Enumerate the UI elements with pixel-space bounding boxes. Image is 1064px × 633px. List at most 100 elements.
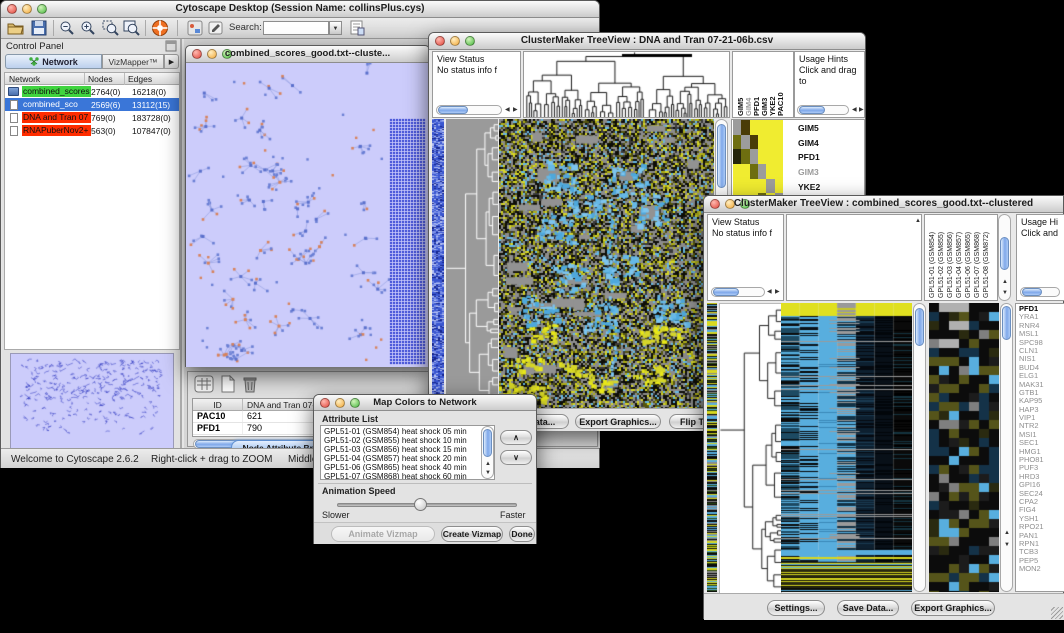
- gene-list-item[interactable]: RPO21: [1019, 523, 1064, 531]
- scroll-left-icon[interactable]: ◀: [505, 107, 510, 114]
- column-dendrogram-canvas[interactable]: [524, 52, 729, 117]
- scroll-thumb[interactable]: [799, 106, 825, 114]
- scroll-thumb[interactable]: [915, 308, 924, 346]
- done-button[interactable]: Done: [509, 526, 535, 542]
- save-data-button[interactable]: Save Data...: [837, 600, 899, 616]
- gene-list-item[interactable]: PUF3: [1019, 464, 1064, 472]
- network-view-titlebar[interactable]: combined_scores_good.txt--cluste...: [186, 46, 429, 63]
- scroll-left-icon[interactable]: ◀: [767, 289, 772, 296]
- gene-list-item[interactable]: SPC98: [1019, 339, 1064, 347]
- animation-speed-slider[interactable]: [337, 503, 517, 507]
- global-overview-strip[interactable]: [432, 119, 444, 408]
- delete-attribute-icon[interactable]: [242, 375, 258, 393]
- attribute-item[interactable]: GPL51-01 (GSM854) heat shock 05 min: [321, 427, 494, 436]
- search-input[interactable]: [263, 21, 329, 35]
- gene-list-item[interactable]: HRD3: [1019, 473, 1064, 481]
- view-status-hscrollbar[interactable]: [436, 105, 502, 115]
- search-config-icon[interactable]: [349, 20, 365, 36]
- settings-button[interactable]: Settings...: [767, 600, 825, 616]
- column-labels-vscrollbar[interactable]: ▲ ▼: [998, 214, 1011, 301]
- view-status-hscrollbar[interactable]: [711, 287, 765, 297]
- row-dendrogram-canvas[interactable]: [719, 303, 782, 594]
- zoom-fit-icon[interactable]: [123, 20, 140, 36]
- scroll-thumb[interactable]: [483, 429, 492, 457]
- gene-list-item[interactable]: MON2: [1019, 565, 1064, 573]
- col-edges[interactable]: Edges: [125, 73, 179, 85]
- scroll-thumb[interactable]: [1022, 288, 1042, 296]
- gene-list-item[interactable]: YSH1: [1019, 515, 1064, 523]
- network-list-row[interactable]: combined_sco2569(6)13112(15): [5, 98, 179, 111]
- gene-list-item[interactable]: MAK31: [1019, 381, 1064, 389]
- gene-list-item[interactable]: PHO81: [1019, 456, 1064, 464]
- scroll-up-icon[interactable]: ▲: [1002, 279, 1008, 286]
- global-overview-strip[interactable]: [707, 303, 717, 592]
- gene-list-item[interactable]: BUD4: [1019, 364, 1064, 372]
- gene-list-item[interactable]: VIP1: [1019, 414, 1064, 422]
- scroll-right-icon[interactable]: ▶: [775, 289, 780, 296]
- usage-hints-hscrollbar[interactable]: [797, 105, 849, 115]
- gene-list-item[interactable]: GTB1: [1019, 389, 1064, 397]
- gene-list-item[interactable]: HAP3: [1019, 406, 1064, 414]
- network-list-row[interactable]: RNAPuberNov2+563(0)107847(0): [5, 124, 179, 137]
- treeview-dna-titlebar[interactable]: ClusterMaker TreeView : DNA and Tran 07-…: [429, 33, 865, 50]
- scroll-left-icon[interactable]: ◀: [852, 107, 857, 114]
- scroll-thumb[interactable]: [713, 288, 739, 296]
- network-graph-canvas[interactable]: [186, 63, 429, 367]
- search-dropdown-button[interactable]: ▼: [329, 21, 342, 35]
- zoom-in-icon[interactable]: [80, 20, 96, 36]
- scroll-down-icon[interactable]: ▼: [1004, 542, 1010, 549]
- new-attribute-icon[interactable]: [220, 375, 236, 393]
- gene-list-item[interactable]: HMG1: [1019, 448, 1064, 456]
- zoom-out-icon[interactable]: [59, 20, 75, 36]
- heatmap-canvas[interactable]: [499, 119, 714, 408]
- open-session-icon[interactable]: [7, 20, 24, 36]
- export-graphics-button[interactable]: Export Graphics...: [911, 600, 995, 616]
- gene-list-item[interactable]: YRA1: [1019, 313, 1064, 321]
- gene-list-item[interactable]: PEP5: [1019, 557, 1064, 565]
- gene-list-item[interactable]: PAN1: [1019, 532, 1064, 540]
- scroll-up-icon[interactable]: ▲: [915, 218, 921, 225]
- export-graphics-button[interactable]: Export Graphics...: [575, 414, 661, 429]
- help-lifering-icon[interactable]: [151, 19, 169, 37]
- zoom-heatmap-canvas[interactable]: [929, 303, 999, 592]
- gene-list-item[interactable]: PFD1: [1019, 305, 1064, 313]
- tab-vizmapper[interactable]: VizMapper™: [102, 54, 164, 69]
- edit-network-icon[interactable]: [208, 20, 224, 36]
- gene-list-item[interactable]: ELG1: [1019, 372, 1064, 380]
- attribute-list-vscrollbar[interactable]: ▲ ▼: [481, 426, 494, 479]
- scroll-up-icon[interactable]: ▲: [1004, 530, 1010, 537]
- network-list-row[interactable]: DNA and Tran 07769(0)183728(0): [5, 111, 179, 124]
- attribute-item[interactable]: GPL51-02 (GSM855) heat shock 10 min: [321, 436, 494, 445]
- gene-list-item[interactable]: MSL1: [1019, 330, 1064, 338]
- tab-network[interactable]: Network: [5, 54, 102, 69]
- col-nodes[interactable]: Nodes: [85, 73, 125, 85]
- gene-list-item[interactable]: SEC1: [1019, 439, 1064, 447]
- gene-list-item[interactable]: CLN1: [1019, 347, 1064, 355]
- col-network[interactable]: Network: [5, 73, 85, 85]
- scroll-down-icon[interactable]: ▼: [1002, 290, 1008, 297]
- gene-list-item[interactable]: KAP95: [1019, 397, 1064, 405]
- zoom-heatmap-vscrollbar[interactable]: ▲ ▼: [1000, 303, 1013, 592]
- attribute-item[interactable]: GPL51-06 (GSM865) heat shock 40 min: [321, 463, 494, 472]
- gene-list-item[interactable]: CPA2: [1019, 498, 1064, 506]
- move-down-button[interactable]: ∨: [500, 450, 532, 465]
- scroll-right-icon[interactable]: ▶: [859, 107, 864, 114]
- scroll-thumb[interactable]: [1002, 306, 1011, 340]
- gene-list-item[interactable]: MSI1: [1019, 431, 1064, 439]
- gene-list-item[interactable]: RPN1: [1019, 540, 1064, 548]
- network-overview-thumbnail[interactable]: [10, 353, 174, 451]
- resize-grip[interactable]: [1051, 607, 1063, 619]
- scroll-thumb[interactable]: [438, 106, 468, 114]
- row-dendrogram-canvas[interactable]: [446, 119, 498, 408]
- gene-list-item[interactable]: FIG4: [1019, 506, 1064, 514]
- annotation-icon[interactable]: [187, 20, 203, 36]
- dp-col-id[interactable]: ID: [193, 399, 243, 411]
- heatmap-vscrollbar[interactable]: [913, 303, 926, 592]
- usage-hints-hscrollbar[interactable]: [1020, 287, 1060, 297]
- save-session-icon[interactable]: [31, 20, 47, 36]
- zoom-selected-icon[interactable]: [102, 20, 119, 36]
- main-titlebar[interactable]: Cytoscape Desktop (Session Name: collins…: [1, 1, 599, 18]
- network-list-row[interactable]: combined_scores2764(0)16218(0): [5, 85, 179, 98]
- tab-overflow-button[interactable]: ▶: [164, 54, 179, 69]
- gene-list-item[interactable]: NTR2: [1019, 422, 1064, 430]
